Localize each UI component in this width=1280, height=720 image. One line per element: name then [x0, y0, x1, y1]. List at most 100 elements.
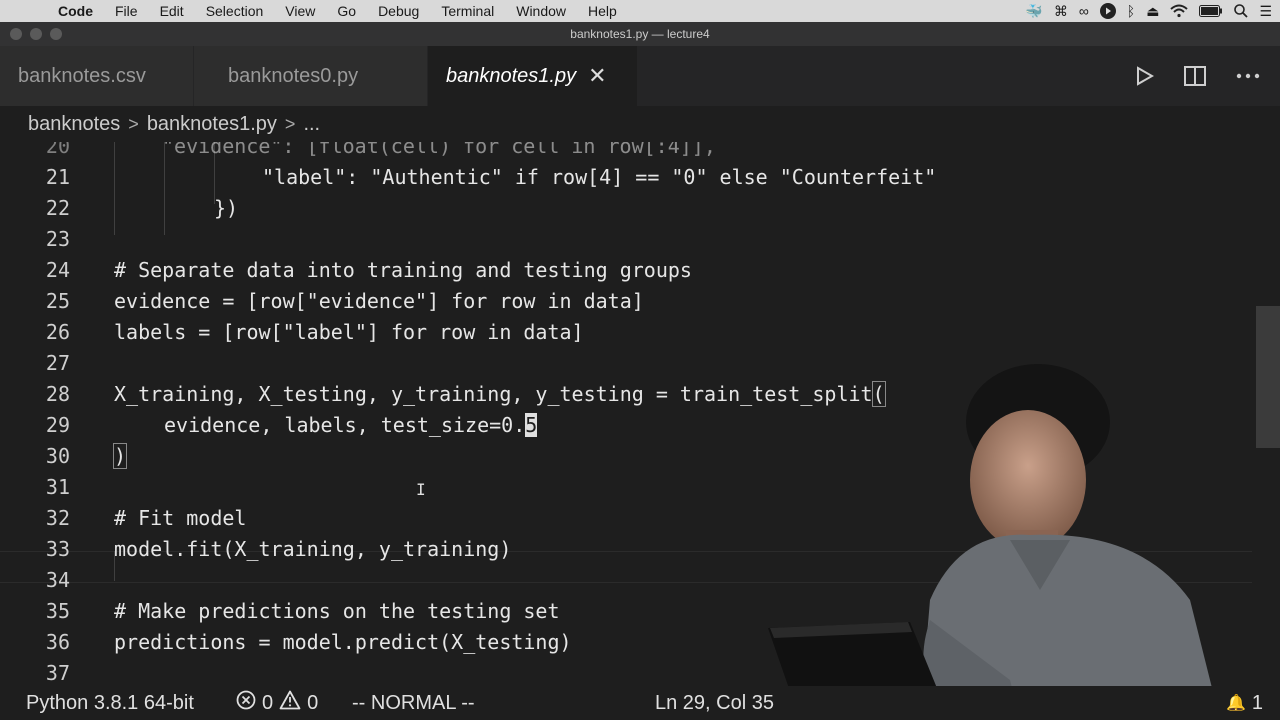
chevron-right-icon: >	[128, 113, 139, 134]
breadcrumb-more[interactable]: ...	[303, 113, 320, 136]
menu-terminal[interactable]: Terminal	[430, 3, 505, 19]
code-text: model.fit(X_training, y_training)	[114, 536, 512, 561]
code-line[interactable]: 23	[0, 223, 1280, 254]
breadcrumb-file[interactable]: banknotes1.py	[147, 113, 277, 136]
code-line[interactable]: 24 # Separate data into training and test…	[0, 254, 1280, 285]
code-text: "label": "Authentic" if row[4] == "0" el…	[262, 164, 937, 189]
code-text: labels = [row["label"] for row in data]	[114, 319, 584, 344]
code-text: evidence = [row["evidence"] for row in d…	[114, 288, 644, 313]
warning-count: 0	[307, 691, 319, 714]
command-icon[interactable]: ⌘	[1054, 3, 1068, 20]
eject-icon[interactable]: ⏏	[1146, 3, 1159, 20]
menu-edit[interactable]: Edit	[149, 3, 195, 19]
line-number: 20	[45, 142, 70, 158]
code-line[interactable]: 20 "evidence": [float(cell) for cell in r…	[0, 142, 1280, 161]
line-number: 29	[45, 412, 70, 437]
cursor-position-status[interactable]: Ln 29, Col 35	[655, 692, 774, 715]
code-line[interactable]: 25 evidence = [row["evidence"] for row in…	[0, 285, 1280, 316]
status-bar: Python 3.8.1 64-bit 0 0 -- NORMAL -- Ln …	[0, 686, 1280, 720]
python-interpreter-status[interactable]: Python 3.8.1 64-bit	[26, 692, 194, 715]
problems-status[interactable]: 0 0	[236, 690, 318, 716]
line-number: 24	[45, 257, 70, 282]
python-version-label: Python 3.8.1 64-bit	[26, 691, 194, 714]
menu-bar: Code File Edit Selection View Go Debug T…	[0, 0, 1280, 22]
code-text: })	[214, 195, 239, 220]
breadcrumb: banknotes > banknotes1.py > ...	[0, 106, 1280, 142]
split-editor-icon[interactable]	[1184, 66, 1206, 86]
glasses-icon[interactable]: ∞	[1079, 3, 1089, 19]
chevron-right-icon: >	[284, 113, 296, 134]
line-number: 27	[45, 350, 70, 375]
line-number: 26	[45, 319, 70, 344]
line-number: 21	[45, 164, 70, 189]
run-icon[interactable]	[1136, 66, 1154, 86]
line-number: 31	[45, 474, 70, 499]
vim-mode-status: -- NORMAL --	[352, 692, 475, 715]
line-number: 30	[45, 443, 70, 468]
search-icon[interactable]	[1234, 4, 1249, 18]
tab-banknotes-csv[interactable]: banknotes.csv	[0, 46, 194, 106]
apple-menu-icon[interactable]	[20, 2, 38, 20]
list-icon[interactable]: ☰	[1259, 3, 1272, 20]
menu-selection[interactable]: Selection	[195, 3, 275, 19]
menu-help[interactable]: Help	[577, 3, 628, 19]
menu-app-code[interactable]: Code	[52, 3, 104, 19]
error-count: 0	[262, 691, 274, 714]
tab-label: banknotes.csv	[18, 64, 146, 87]
minimize-window-button[interactable]	[30, 28, 42, 40]
code-text: # Make predictions on the testing set	[114, 598, 560, 623]
code-line[interactable]: 21 "label": "Authentic" if row[4] == "0" …	[0, 161, 1280, 192]
line-number: 22	[45, 195, 70, 220]
editor-tab-bar: banknotes.csv banknotes0.py banknotes1.p…	[0, 46, 1280, 106]
presenter-video-overlay	[768, 364, 1220, 720]
more-icon[interactable]	[1236, 73, 1260, 79]
menu-go[interactable]: Go	[326, 3, 367, 19]
wifi-icon[interactable]	[1170, 4, 1189, 18]
tab-label: banknotes0.py	[228, 64, 359, 87]
vim-mode-label: -- NORMAL --	[352, 691, 475, 714]
menu-file[interactable]: File	[104, 3, 149, 19]
code-text: predictions = model.predict(X_testing)	[114, 629, 572, 654]
line-number: 25	[45, 288, 70, 313]
close-icon[interactable]: ✕	[588, 63, 606, 89]
notification-count: 1	[1251, 691, 1264, 714]
line-number: 32	[45, 505, 70, 530]
traffic-lights	[10, 28, 62, 40]
play-circle-icon[interactable]	[1099, 3, 1116, 19]
breadcrumb-folder[interactable]: banknotes	[28, 113, 120, 136]
line-number: 35	[45, 598, 70, 623]
code-text: # Separate data into training and testin…	[114, 257, 692, 282]
text-cursor: 5	[525, 412, 538, 437]
menu-debug[interactable]: Debug	[367, 3, 430, 19]
bluetooth-icon[interactable]: ᛒ	[1127, 3, 1135, 19]
line-number: 23	[45, 226, 70, 251]
code-text: )	[112, 442, 128, 469]
tab-banknotes0-py[interactable]: banknotes0.py	[194, 46, 428, 106]
menu-window[interactable]: Window	[505, 3, 577, 19]
close-window-button[interactable]	[10, 28, 22, 40]
warning-icon	[279, 690, 301, 716]
line-number: 28	[45, 381, 70, 406]
matching-bracket: )	[112, 442, 128, 469]
code-line[interactable]: 26 labels = [row["label"] for row in data…	[0, 316, 1280, 347]
menu-view[interactable]: View	[274, 3, 326, 19]
code-text: "evidence": [float(cell) for cell in row…	[162, 142, 716, 158]
bell-icon: 🔔	[1226, 695, 1246, 712]
line-number: 36	[45, 629, 70, 654]
docker-icon[interactable]: 🐳	[1025, 3, 1042, 20]
battery-icon[interactable]	[1199, 5, 1223, 17]
error-icon	[236, 690, 256, 716]
code-line[interactable]: 22})	[0, 192, 1280, 223]
line-number: 33	[45, 536, 70, 561]
notifications-status[interactable]: 🔔 1	[1226, 692, 1263, 715]
cursor-position-label: Ln 29, Col 35	[655, 691, 774, 714]
line-number: 37	[45, 660, 70, 685]
window-titlebar: banknotes1.py — lecture4	[0, 22, 1280, 46]
code-text: # Fit model	[114, 505, 247, 530]
window-title: banknotes1.py — lecture4	[570, 27, 710, 41]
code-text: evidence, labels, test_size=0.5	[164, 412, 538, 437]
zoom-window-button[interactable]	[50, 28, 62, 40]
tab-banknotes1-py[interactable]: banknotes1.py ✕	[428, 46, 638, 106]
tab-label: banknotes1.py	[446, 64, 577, 87]
text-cursor-icon: I	[416, 480, 426, 499]
